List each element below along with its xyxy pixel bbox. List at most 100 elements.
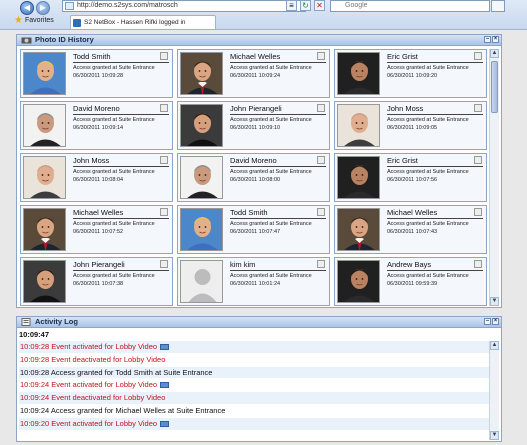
access-timestamp: 06/30/2011 09:59:39 <box>387 281 438 287</box>
photo-card[interactable]: John Moss Access granted at Suite Entranc… <box>20 153 173 202</box>
scroll-up-icon[interactable]: ▲ <box>490 341 499 350</box>
address-bar[interactable]: http://demo.s2sys.com/matrosch <box>62 0 306 12</box>
log-entry: 10:09:20 Event activated for Lobby Video <box>19 417 489 431</box>
photo-panel-title: Photo ID History <box>35 35 94 44</box>
photo-card[interactable]: Michael Welles Access granted at Suite En… <box>334 205 487 254</box>
access-timestamp: 06/30/2011 10:01:24 <box>230 281 281 287</box>
photo-card[interactable]: John Pierangeli Access granted at Suite E… <box>177 101 330 150</box>
photo-card[interactable]: John Pierangeli Access granted at Suite E… <box>20 257 173 306</box>
video-camera-icon[interactable] <box>160 344 170 351</box>
photo-card[interactable]: John Moss Access granted at Suite Entranc… <box>334 101 487 150</box>
access-timestamp: 06/30/2011 10:07:52 <box>73 229 124 235</box>
video-camera-icon[interactable] <box>160 382 170 389</box>
search-placeholder: Google <box>345 2 368 9</box>
photo-card[interactable]: Eric Grist Access granted at Suite Entran… <box>334 49 487 98</box>
card-details-icon[interactable] <box>160 260 168 268</box>
card-details-icon[interactable] <box>474 104 482 112</box>
access-message: Access granted at Suite Entrance <box>73 221 155 227</box>
tab-title: S2 NetBox - Hassen Rifki logged in <box>84 19 186 26</box>
person-photo <box>337 208 380 251</box>
close-icon[interactable]: × <box>492 36 499 43</box>
favorites-button[interactable]: ★ Favorites <box>14 14 54 28</box>
forward-button[interactable]: ▶ <box>36 1 50 15</box>
card-details-icon[interactable] <box>474 260 482 268</box>
browser-tab[interactable]: S2 NetBox - Hassen Rifki logged in <box>70 15 216 29</box>
card-details-icon[interactable] <box>160 208 168 216</box>
divider <box>387 114 483 115</box>
person-name: Michael Welles <box>230 52 281 61</box>
log-scrollbar[interactable]: ▲ ▼ <box>489 341 499 440</box>
activity-log-list: 10:09:28 Event activated for Lobby Video… <box>19 341 489 431</box>
photo-card[interactable]: Andrew Bays Access granted at Suite Entra… <box>334 257 487 306</box>
person-name: Todd Smith <box>230 208 268 217</box>
access-message: Access granted at Suite Entrance <box>387 221 469 227</box>
minimize-icon[interactable]: – <box>484 36 491 43</box>
person-name: David Moreno <box>73 104 120 113</box>
photo-card[interactable]: David Moreno Access granted at Suite Entr… <box>177 153 330 202</box>
address-text: http://demo.s2sys.com/matrosch <box>77 2 178 9</box>
access-message: Access granted at Suite Entrance <box>387 117 469 123</box>
person-photo <box>23 104 66 147</box>
card-details-icon[interactable] <box>160 156 168 164</box>
log-entry-text: 10:09:24 Event activated for Lobby Video <box>20 380 158 390</box>
close-icon[interactable]: × <box>492 318 499 325</box>
card-details-icon[interactable] <box>317 52 325 60</box>
card-details-icon[interactable] <box>474 208 482 216</box>
access-message: Access granted at Suite Entrance <box>387 169 469 175</box>
activity-panel-title: Activity Log <box>35 317 78 326</box>
card-details-icon[interactable] <box>474 156 482 164</box>
back-button[interactable]: ◀ <box>20 1 34 15</box>
card-details-icon[interactable] <box>317 208 325 216</box>
person-photo <box>23 156 66 199</box>
photo-scrollbar[interactable]: ▲ ▼ <box>489 49 499 306</box>
search-input[interactable]: Google <box>330 0 490 12</box>
photo-id-history-panel: Photo ID History – × Todd Smith Access gra… <box>16 34 502 308</box>
person-photo <box>180 156 223 199</box>
scroll-down-icon[interactable]: ▼ <box>490 431 499 440</box>
divider <box>387 166 483 167</box>
person-name: Michael Welles <box>73 208 124 217</box>
log-entry-text: 10:09:24 Access granted for Michael Well… <box>20 405 226 415</box>
photo-card[interactable]: Michael Welles Access granted at Suite En… <box>20 205 173 254</box>
log-entry-text: 10:09:24 Event deactivated for Lobby Vid… <box>20 393 166 403</box>
card-details-icon[interactable] <box>317 156 325 164</box>
card-details-icon[interactable] <box>317 104 325 112</box>
stop-icon[interactable]: ✕ <box>314 0 325 11</box>
tab-favicon <box>73 19 81 27</box>
access-message: Access granted at Suite Entrance <box>387 273 469 279</box>
card-details-icon[interactable] <box>317 260 325 268</box>
refresh-icon[interactable]: ↻ <box>300 0 311 11</box>
card-details-icon[interactable] <box>474 52 482 60</box>
person-name: Michael Welles <box>387 208 438 217</box>
photo-card[interactable]: Michael Welles Access granted at Suite En… <box>177 49 330 98</box>
person-name: John Moss <box>73 156 110 165</box>
person-name: Andrew Bays <box>387 260 432 269</box>
photo-card[interactable]: kim kim Access granted at Suite Entrance 0… <box>177 257 330 306</box>
person-name: John Moss <box>387 104 424 113</box>
scroll-down-icon[interactable]: ▼ <box>490 297 499 306</box>
search-icon[interactable] <box>491 0 505 12</box>
access-message: Access granted at Suite Entrance <box>230 169 312 175</box>
access-message: Access granted at Suite Entrance <box>73 273 155 279</box>
photo-card[interactable]: David Moreno Access granted at Suite Entr… <box>20 101 173 150</box>
photo-card[interactable]: Todd Smith Access granted at Suite Entran… <box>20 49 173 98</box>
video-camera-icon[interactable] <box>160 420 170 427</box>
person-photo <box>337 260 380 303</box>
current-time: 10:09:47 <box>19 330 50 339</box>
person-photo <box>23 260 66 303</box>
person-name: Eric Grist <box>387 52 418 61</box>
log-entry-text: 10:09:28 Event activated for Lobby Video <box>20 342 158 351</box>
card-details-icon[interactable] <box>160 104 168 112</box>
scroll-thumb[interactable] <box>491 61 498 113</box>
scroll-up-icon[interactable]: ▲ <box>490 49 499 58</box>
access-timestamp: 06/30/2011 10:09:28 <box>73 73 124 79</box>
photo-card[interactable]: Todd Smith Access granted at Suite Entran… <box>177 205 330 254</box>
access-message: Access granted at Suite Entrance <box>230 221 312 227</box>
minimize-icon[interactable]: – <box>484 318 491 325</box>
person-photo <box>180 208 223 251</box>
card-details-icon[interactable] <box>160 52 168 60</box>
log-icon <box>21 318 31 326</box>
access-timestamp: 06/30/2011 10:07:56 <box>387 177 438 183</box>
compatibility-icon[interactable]: ≡ <box>286 0 297 11</box>
photo-card[interactable]: Eric Grist Access granted at Suite Entran… <box>334 153 487 202</box>
